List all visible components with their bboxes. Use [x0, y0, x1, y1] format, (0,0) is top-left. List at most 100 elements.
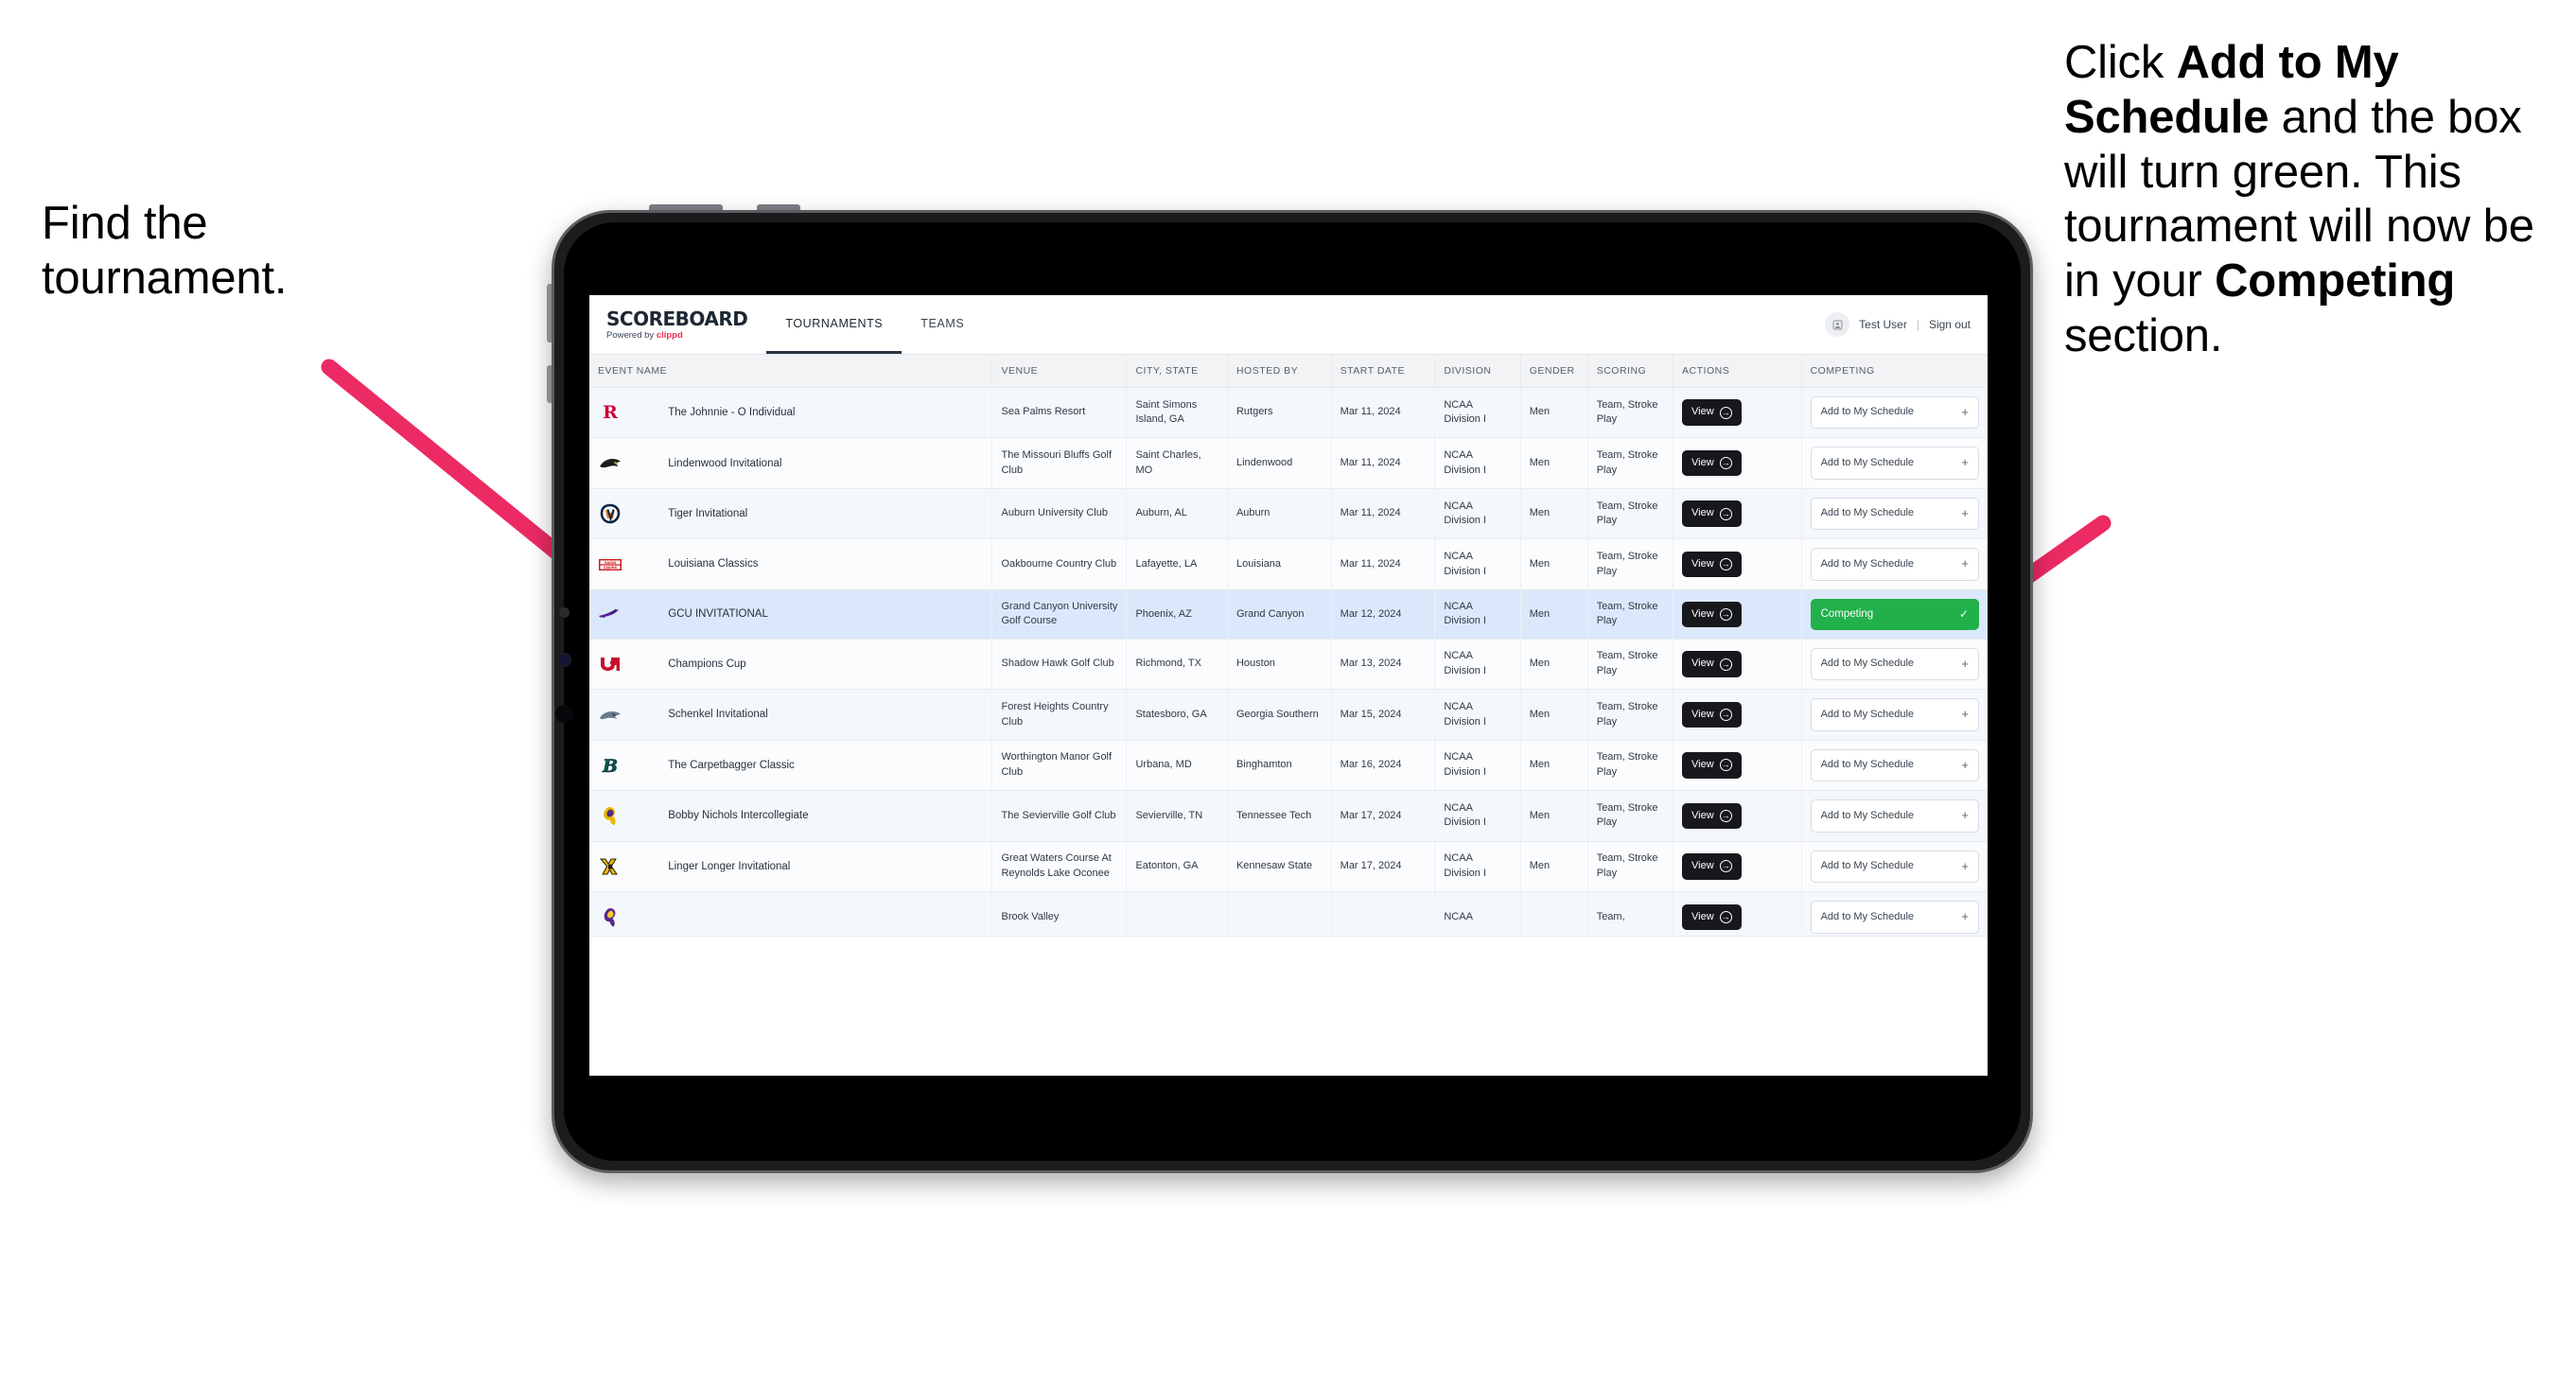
competing-badge[interactable]: Competing ✓: [1810, 598, 1979, 630]
add-to-my-schedule-button[interactable]: Add to My Schedule +: [1810, 396, 1979, 430]
table-row[interactable]: GCU INVITATIONAL Grand Canyon University …: [589, 589, 1988, 640]
table-row[interactable]: Lindenwood Invitational The Missouri Bluf…: [589, 437, 1988, 489]
view-button[interactable]: View →: [1682, 500, 1742, 527]
team-logo-cell: [589, 841, 660, 893]
cell-hosted-by: Grand Canyon: [1227, 589, 1332, 640]
cell-division: NCAA Division I: [1434, 488, 1521, 540]
add-to-my-schedule-button[interactable]: Add to My Schedule +: [1810, 901, 1979, 934]
team-logo-icon: [598, 904, 622, 929]
team-logo-icon: [598, 703, 622, 728]
view-button[interactable]: View →: [1682, 802, 1742, 830]
cell-event-name: Linger Longer Invitational: [659, 841, 993, 893]
table-row[interactable]: Schenkel Invitational Forest Heights Coun…: [589, 689, 1988, 741]
table-row[interactable]: Bobby Nichols Intercollegiate The Sevierv…: [589, 790, 1988, 842]
cell-start-date: Mar 11, 2024: [1331, 538, 1436, 590]
cell-actions: View →: [1673, 488, 1802, 540]
table-row[interactable]: RAGIN CAJUNS Louisiana Classics Oakbourne C…: [589, 538, 1988, 590]
add-to-my-schedule-button[interactable]: Add to My Schedule +: [1810, 497, 1979, 531]
cell-venue: Oakbourne Country Club: [991, 538, 1128, 590]
view-button[interactable]: View →: [1682, 701, 1742, 728]
column-header-hosted-by[interactable]: HOSTED BY: [1227, 355, 1332, 388]
cell-scoring: Team, Stroke Play: [1587, 841, 1674, 893]
table-row[interactable]: Champions Cup Shadow Hawk Golf Club Richmo…: [589, 639, 1988, 691]
view-button[interactable]: View →: [1682, 551, 1742, 578]
column-header-venue[interactable]: VENUE: [991, 355, 1128, 388]
brand-title: SCOREBOARD: [606, 307, 748, 330]
team-logo-cell: B: [589, 740, 660, 792]
team-logo-icon: [598, 803, 622, 828]
column-header-event-name[interactable]: EVENT NAME: [589, 355, 993, 388]
view-button[interactable]: View →: [1682, 904, 1742, 931]
view-button[interactable]: View →: [1682, 651, 1742, 677]
add-to-my-schedule-button[interactable]: Add to My Schedule +: [1810, 447, 1979, 480]
add-to-my-schedule-label: Add to My Schedule: [1820, 708, 1915, 720]
user-avatar-icon[interactable]: [1825, 312, 1850, 337]
view-button-label: View: [1691, 708, 1714, 720]
column-header-city-state[interactable]: CITY, STATE: [1126, 355, 1228, 388]
cell-gender: Men: [1520, 689, 1588, 741]
team-logo-icon: [598, 451, 622, 476]
view-button[interactable]: View →: [1682, 853, 1742, 880]
add-to-my-schedule-button[interactable]: Add to My Schedule +: [1810, 647, 1979, 681]
team-logo-cell: R: [589, 387, 660, 439]
arrow-right-circle-icon: →: [1719, 709, 1732, 722]
view-button-label: View: [1691, 507, 1714, 519]
column-header-start-date[interactable]: START DATE: [1331, 355, 1436, 388]
add-to-my-schedule-label: Add to My Schedule: [1820, 456, 1915, 468]
add-to-my-schedule-label: Add to My Schedule: [1820, 860, 1915, 872]
add-to-my-schedule-button[interactable]: Add to My Schedule +: [1810, 548, 1979, 581]
add-to-my-schedule-button[interactable]: Add to My Schedule +: [1810, 748, 1979, 782]
cell-start-date: Mar 11, 2024: [1331, 437, 1436, 489]
cell-event-name: Schenkel Invitational: [659, 689, 993, 741]
cell-gender: Men: [1520, 841, 1588, 893]
view-button[interactable]: View →: [1682, 601, 1742, 628]
plus-icon: +: [1961, 405, 1969, 419]
column-header-scoring[interactable]: SCORING: [1587, 355, 1674, 388]
tournaments-table-container[interactable]: EVENT NAME VENUE CITY, STATE HOSTED BY S…: [589, 355, 1988, 1076]
tab-tournaments[interactable]: TOURNAMENTS: [766, 295, 902, 354]
table-row[interactable]: R The Johnnie - O Individual Sea Palms Res…: [589, 387, 1988, 439]
plus-icon: +: [1961, 909, 1969, 924]
view-button[interactable]: View →: [1682, 449, 1742, 477]
cell-event-name: The Carpetbagger Classic: [659, 740, 993, 792]
cell-hosted-by: Tennessee Tech: [1227, 790, 1332, 842]
plus-icon: +: [1961, 656, 1969, 671]
plus-icon: +: [1961, 505, 1969, 520]
team-logo-cell: RAGIN CAJUNS: [589, 538, 660, 590]
sign-out-link[interactable]: Sign out: [1929, 318, 1971, 331]
brand-logo[interactable]: SCOREBOARD Powered by clippd: [589, 295, 766, 354]
cell-division: NCAA Division I: [1434, 790, 1521, 842]
column-header-actions[interactable]: ACTIONS: [1673, 355, 1802, 388]
tab-teams[interactable]: TEAMS: [902, 295, 983, 354]
table-row[interactable]: Brook Valley NCAA Team, View → Add to My Sche…: [589, 891, 1988, 937]
cell-actions: View →: [1673, 740, 1802, 792]
cell-gender: [1520, 891, 1588, 937]
add-to-my-schedule-button[interactable]: Add to My Schedule +: [1810, 850, 1979, 884]
add-to-my-schedule-button[interactable]: Add to My Schedule +: [1810, 698, 1979, 731]
arrow-right-circle-icon: →: [1719, 860, 1732, 873]
cell-scoring: Team, Stroke Play: [1587, 387, 1674, 439]
competing-badge-label: Competing: [1820, 608, 1874, 621]
cell-start-date: [1331, 891, 1436, 937]
view-button[interactable]: View →: [1682, 752, 1742, 779]
user-name-label[interactable]: Test User: [1859, 318, 1907, 331]
add-to-my-schedule-button[interactable]: Add to My Schedule +: [1810, 799, 1979, 833]
table-row[interactable]: B The Carpetbagger Classic Worthington Man…: [589, 740, 1988, 792]
add-to-my-schedule-label: Add to My Schedule: [1820, 759, 1915, 771]
cell-scoring: Team, Stroke Play: [1587, 740, 1674, 792]
table-row[interactable]: Tiger Invitational Auburn University Club…: [589, 488, 1988, 540]
cell-gender: Men: [1520, 437, 1588, 489]
cell-gender: Men: [1520, 488, 1588, 540]
cell-scoring: Team, Stroke Play: [1587, 538, 1674, 590]
column-header-gender[interactable]: GENDER: [1520, 355, 1588, 388]
view-button-label: View: [1691, 607, 1714, 620]
table-row[interactable]: Linger Longer Invitational Great Waters C…: [589, 841, 1988, 893]
cell-city-state: Eatonton, GA: [1126, 841, 1228, 893]
column-header-competing[interactable]: COMPETING: [1801, 355, 1988, 388]
cell-gender: Men: [1520, 589, 1588, 640]
plus-icon: +: [1961, 455, 1969, 470]
column-header-division[interactable]: DIVISION: [1434, 355, 1521, 388]
app-header: SCOREBOARD Powered by clippd TOURNAMENTS…: [589, 295, 1988, 355]
cell-scoring: Team, Stroke Play: [1587, 790, 1674, 842]
view-button[interactable]: View →: [1682, 399, 1742, 427]
